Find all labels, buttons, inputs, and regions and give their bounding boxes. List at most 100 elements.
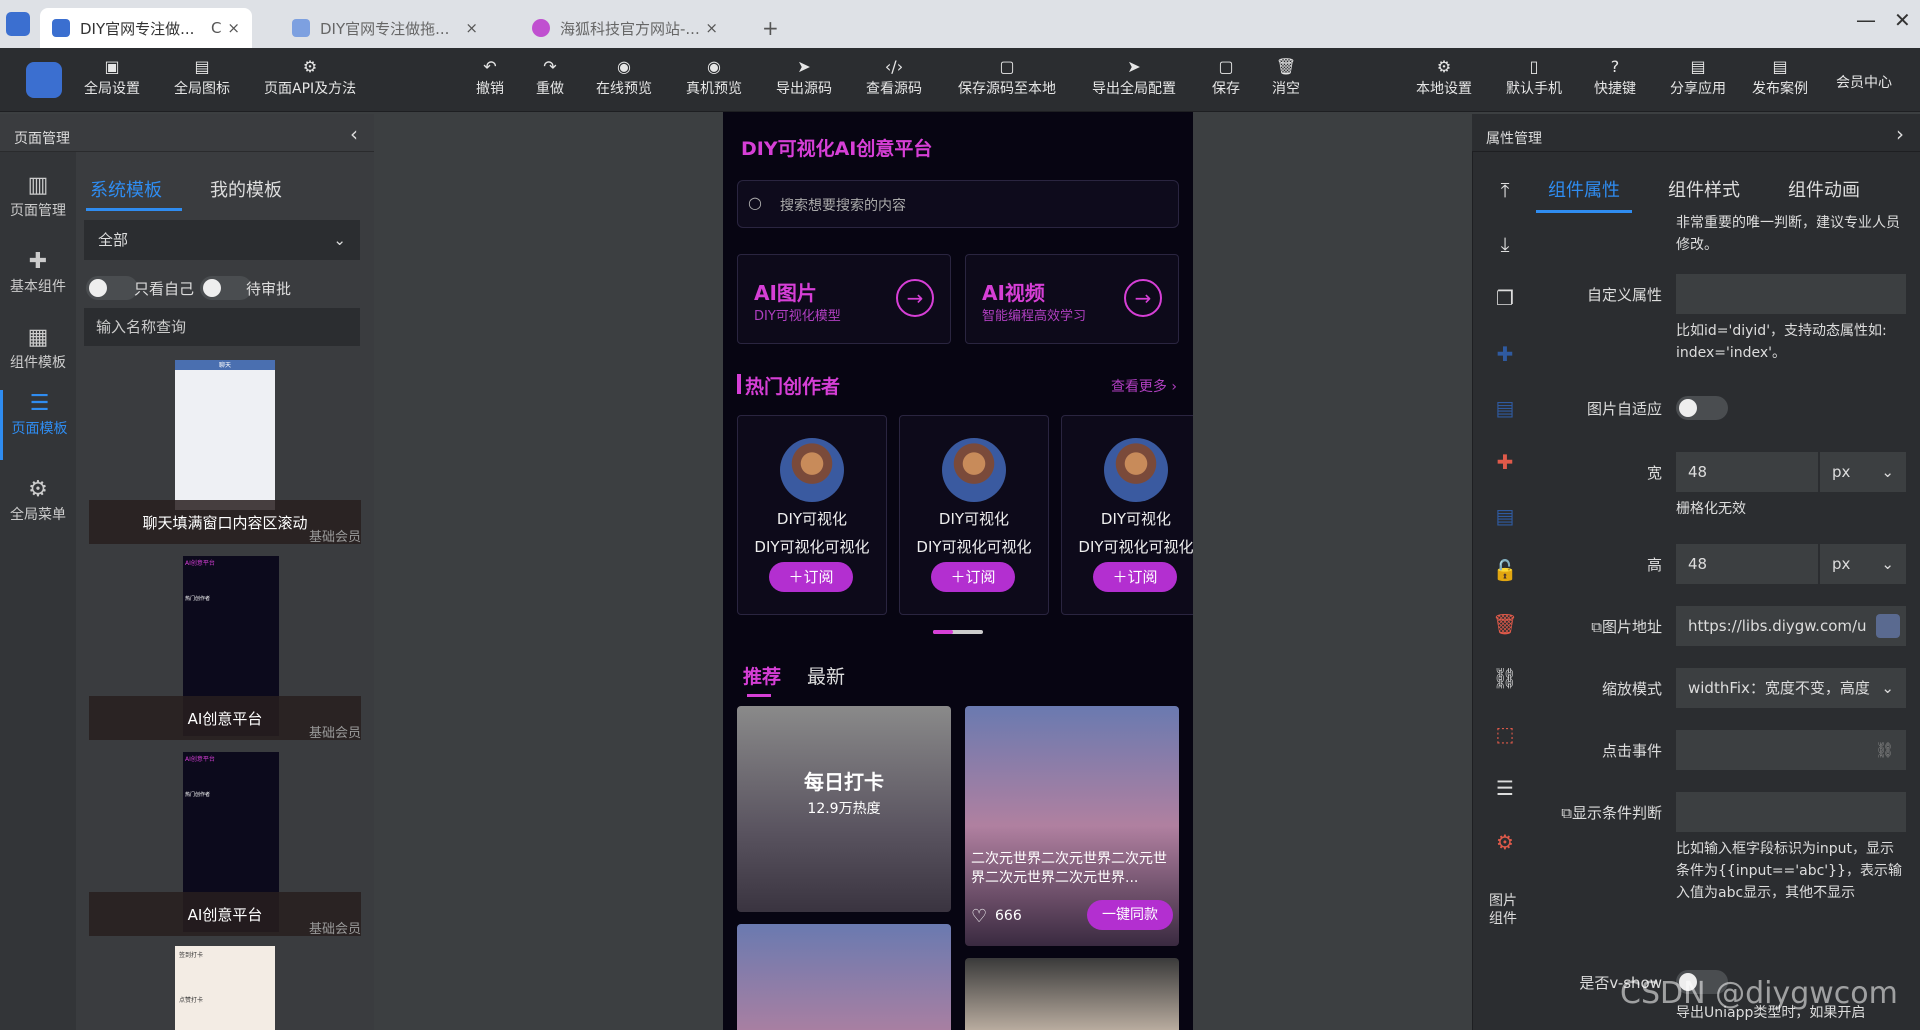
template-card[interactable]: 签到打卡 点赞打卡 [89,946,361,1030]
width-unit-value: px [1832,463,1851,481]
copy-icon[interactable]: ❐ [1473,286,1537,310]
close-tab-icon[interactable]: × [705,19,718,37]
one-click-same-button[interactable]: 一键同款 [1087,900,1173,930]
subscribe-button[interactable]: ＋订阅 [769,562,853,592]
component-icon[interactable]: ✚ [1473,450,1537,474]
feed-tab-latest[interactable]: 最新 [807,662,845,689]
new-tab-button[interactable]: + [762,16,779,40]
template-card[interactable]: AI创意平台 热门创作者 AI创意平台 基础会员 [89,556,361,744]
feed-tab-recommend[interactable]: 推荐 [743,662,781,689]
document-icon[interactable]: ▤ [1473,396,1537,420]
width-input[interactable]: 48 [1676,452,1818,492]
clear-button[interactable]: 🗑 消空 [1272,58,1300,98]
feed-card[interactable]: 每日打卡 12.9万热度 [737,706,951,912]
lock-icon[interactable]: 🔓 [1473,558,1537,582]
width-unit-select[interactable]: px ⌄ [1820,452,1906,492]
collapse-right-icon[interactable]: › [1896,122,1904,146]
category-select[interactable]: 全部 ⌄ [84,220,360,260]
subscribe-button[interactable]: ＋订阅 [1093,562,1177,592]
save-button[interactable]: ▢ 保存 [1212,58,1240,98]
ai-image-card[interactable]: AI图片 DIY可视化模型 → [737,254,951,344]
browser-tab-3[interactable]: 海狐科技官方网站-... × [520,8,730,48]
close-tab-icon[interactable]: × [227,19,240,37]
creator-card[interactable]: DIY可视化 DIY可视化可视化 ＋订阅 [899,415,1049,615]
heart-icon[interactable]: ♡ [971,906,987,927]
template-card[interactable]: 聊天 聊天填满窗口内容区滚动 基础会员 [89,360,361,548]
link-icon[interactable]: ⛓ [1473,666,1537,690]
redo-button[interactable]: ↷ 重做 [536,58,564,98]
phone-search-input[interactable]: ○ 搜索想要搜索的内容 [737,180,1179,228]
right-panel-title: 属性管理 [1486,131,1542,147]
reload-icon[interactable]: C [211,19,221,37]
code-icon: ‹/› [884,57,904,76]
export-source-button[interactable]: ➤ 导出源码 [776,58,832,98]
ai-card-title: AI视频 [982,281,1045,305]
tab-system-templates[interactable]: 系统模板 [90,176,162,202]
image-preview-icon[interactable] [1876,614,1900,638]
tab-component-animation[interactable]: 组件动画 [1788,176,1860,202]
browser-tab-1[interactable]: DIY官网专注做... C × [40,8,252,48]
save-source-local-button[interactable]: ▢ 保存源码至本地 [958,58,1056,98]
click-event-input[interactable]: ⛓ [1676,730,1906,770]
move-top-icon[interactable]: ⤒ [1473,178,1537,202]
height-input[interactable]: 48 [1676,544,1818,584]
height-unit-select[interactable]: px ⌄ [1820,544,1906,584]
gear-icon[interactable]: ⚙ [1473,830,1537,854]
online-preview-button[interactable]: ◉ 在线预览 [596,58,652,98]
window-close-icon[interactable]: ✕ [1894,8,1911,32]
toolbar-label: 消空 [1272,81,1300,97]
member-center-button[interactable]: 会员中心 [1836,72,1892,92]
export-global-config-button[interactable]: ➤ 导出全局配置 [1092,58,1176,98]
feed-card[interactable] [737,924,951,1030]
default-phone-button[interactable]: ▯ 默认手机 [1506,58,1562,98]
rail-component-templates[interactable]: ▦ 组件模板 [0,324,76,372]
device-preview-button[interactable]: ◉ 真机预览 [686,58,742,98]
shortcuts-button[interactable]: ? 快捷键 [1594,58,1636,98]
tab-component-style[interactable]: 组件样式 [1668,176,1740,202]
global-settings-button[interactable]: ▣ 全局设置 [84,58,140,98]
template-card[interactable]: AI创意平台 热门创作者 AI创意平台 基础会员 [89,752,361,940]
page-api-button[interactable]: ⚙ 页面API及方法 [264,58,356,98]
only-self-toggle[interactable] [86,276,138,300]
rail-basic-components[interactable]: ✚ 基本组件 [0,248,76,296]
subscribe-button[interactable]: ＋订阅 [931,562,1015,592]
puzzle-icon[interactable]: ✚ [1473,342,1537,366]
move-bottom-icon[interactable]: ⤓ [1473,232,1537,256]
image-src-input[interactable]: https://libs.diygw.com/u [1676,606,1906,646]
close-tab-icon[interactable]: × [465,19,478,37]
select-area-icon[interactable]: ⬚ [1473,722,1537,746]
minimize-icon[interactable]: — [1856,8,1876,32]
collapse-left-icon[interactable]: ‹ [350,122,358,146]
see-more-link[interactable]: 查看更多 › [1111,376,1177,396]
browser-tab-title: 海狐科技官方网站-... [560,19,700,38]
creator-name: DIY可视化 [776,510,848,528]
feed-card[interactable] [965,958,1179,1030]
view-source-button[interactable]: ‹/› 查看源码 [866,58,922,98]
rail-page-manage[interactable]: ▥ 页面管理 [0,172,76,220]
feed-card[interactable]: 二次元世界二次元世界二次元世界二次元世界二次元世界... ♡ 666 一键同款 [965,706,1179,946]
layers-icon[interactable]: ☰ [1473,776,1537,800]
tab-component-props[interactable]: 组件属性 [1548,176,1620,202]
ai-video-card[interactable]: AI视频 智能编程高效学习 → [965,254,1179,344]
tab-my-templates[interactable]: 我的模板 [210,176,282,202]
custom-attr-input[interactable] [1676,274,1906,314]
share-app-button[interactable]: ▤ 分享应用 [1670,58,1726,98]
local-settings-button[interactable]: ⚙ 本地设置 [1416,58,1472,98]
scale-mode-select[interactable]: widthFix：宽度不变，高度 ⌄ [1676,668,1906,708]
creator-card[interactable]: DIY可视化 DIY可视化可视化 ＋订阅 [1061,415,1193,615]
publish-case-button[interactable]: ▤ 发布案例 [1752,58,1808,98]
browser-tab-2[interactable]: DIY官网专注做拖... × [280,8,490,48]
template-search-input[interactable]: 输入名称查询 [84,308,360,346]
pending-toggle[interactable] [200,276,252,300]
add-template-icon[interactable]: ▤ [1473,504,1537,528]
link-icon[interactable]: ⛓ [1875,730,1894,770]
condition-input[interactable] [1676,792,1906,832]
undo-button[interactable]: ↶ 撤销 [476,58,504,98]
trash-icon[interactable]: 🗑 [1473,612,1537,636]
creator-card[interactable]: DIY可视化 DIY可视化可视化 ＋订阅 [737,415,887,615]
id-help-text: 非常重要的唯一判断，建议专业人员修改。 [1676,215,1900,253]
global-icons-button[interactable]: ▤ 全局图标 [174,58,230,98]
fit-toggle[interactable] [1676,396,1728,420]
rail-global-menu[interactable]: ⚙ 全局菜单 [0,476,76,524]
rail-page-templates[interactable]: ☰ 页面模板 [0,390,76,460]
